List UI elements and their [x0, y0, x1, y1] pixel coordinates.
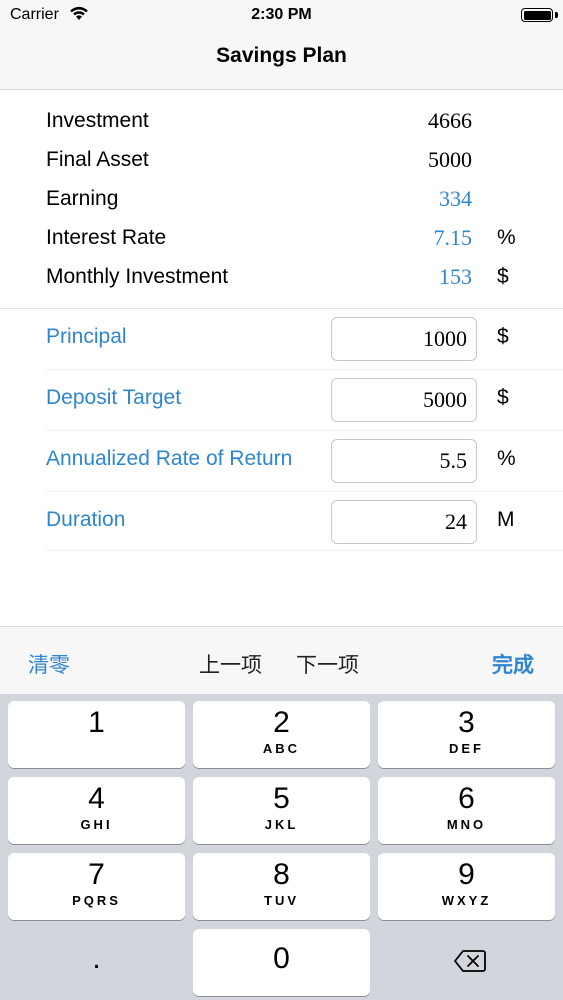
key-digit: 9	[458, 858, 475, 891]
key-3[interactable]: 3 DEF	[378, 701, 555, 768]
key-5[interactable]: 5 JKL	[193, 777, 370, 844]
previous-field-button[interactable]: 上一项	[199, 649, 262, 679]
input-row-duration: Duration 24 M	[0, 492, 563, 553]
key-letters: GHI	[80, 817, 113, 832]
key-decimal[interactable]: .	[8, 929, 185, 996]
key-digit: 5	[273, 782, 290, 815]
key-digit: 3	[458, 706, 475, 739]
key-digit: 4	[88, 782, 105, 815]
unit-label: $	[497, 265, 509, 288]
result-row-final-asset: Final Asset 5000	[0, 141, 563, 180]
key-letters: DEF	[449, 741, 484, 756]
result-label: Earning	[46, 187, 119, 210]
key-letters: TUV	[264, 893, 299, 908]
result-label: Investment	[46, 109, 149, 132]
rate-of-return-label: Annualized Rate of Return	[46, 447, 293, 470]
key-1[interactable]: 1	[8, 701, 185, 768]
key-9[interactable]: 9 WXYZ	[378, 853, 555, 920]
unit-label: $	[497, 325, 509, 348]
key-letters: ABC	[262, 741, 301, 756]
clear-button[interactable]: 清零	[28, 649, 70, 679]
status-time: 2:30 PM	[251, 6, 312, 23]
result-value: 153	[439, 264, 472, 289]
key-digit: 8	[273, 858, 290, 891]
battery-tip	[555, 12, 558, 18]
duration-input[interactable]: 24	[331, 500, 477, 544]
key-digit: 6	[458, 782, 475, 815]
key-letters: PQRS	[72, 893, 121, 908]
row-divider	[46, 550, 563, 551]
keyboard-accessory-bar: 清零 上一项 下一项 完成	[0, 626, 563, 694]
deposit-target-label: Deposit Target	[46, 386, 182, 409]
key-0[interactable]: 0	[193, 929, 370, 996]
result-row-interest-rate: Interest Rate 7.15 %	[0, 219, 563, 258]
principal-label: Principal	[46, 325, 127, 348]
navigation-bar: Savings Plan	[0, 32, 563, 90]
result-value: 5000	[428, 147, 472, 172]
key-digit: 2	[273, 706, 290, 739]
key-letters: MNO	[446, 817, 487, 832]
key-letters: WXYZ	[441, 893, 492, 908]
input-row-rate-of-return: Annualized Rate of Return 5.5 %	[0, 431, 563, 492]
backspace-icon[interactable]	[454, 949, 486, 973]
result-label: Interest Rate	[46, 226, 167, 249]
result-value: 7.15	[433, 225, 473, 250]
result-value: 4666	[428, 108, 472, 133]
battery-icon	[521, 8, 553, 22]
key-digit: 7	[88, 858, 105, 891]
result-row-investment: Investment 4666	[0, 102, 563, 141]
key-digit: 1	[88, 706, 105, 739]
key-decimal-label: .	[92, 942, 101, 975]
key-8[interactable]: 8 TUV	[193, 853, 370, 920]
key-4[interactable]: 4 GHI	[8, 777, 185, 844]
done-button[interactable]: 完成	[492, 649, 534, 679]
principal-input[interactable]: 1000	[331, 317, 477, 361]
key-letters: JKL	[264, 817, 299, 832]
page-title: Savings Plan	[216, 44, 347, 67]
deposit-target-input[interactable]: 5000	[331, 378, 477, 422]
next-field-button[interactable]: 下一项	[296, 649, 359, 679]
unit-label: %	[497, 447, 516, 470]
unit-label: M	[497, 508, 515, 531]
status-bar: Carrier 2:30 PM	[0, 0, 563, 32]
result-value: 334	[439, 186, 472, 211]
result-row-earning: Earning 334	[0, 180, 563, 219]
input-row-deposit-target: Deposit Target 5000 $	[0, 370, 563, 431]
key-2[interactable]: 2 ABC	[193, 701, 370, 768]
result-label: Monthly Investment	[46, 265, 229, 288]
result-row-monthly-investment: Monthly Investment 153 $	[0, 258, 563, 297]
key-6[interactable]: 6 MNO	[378, 777, 555, 844]
input-row-principal: Principal 1000 $	[0, 309, 563, 370]
unit-label: %	[497, 226, 516, 249]
key-7[interactable]: 7 PQRS	[8, 853, 185, 920]
unit-label: $	[497, 386, 509, 409]
duration-label: Duration	[46, 508, 126, 531]
rate-of-return-input[interactable]: 5.5	[331, 439, 477, 483]
key-digit: 0	[273, 942, 290, 975]
result-label: Final Asset	[46, 148, 149, 171]
